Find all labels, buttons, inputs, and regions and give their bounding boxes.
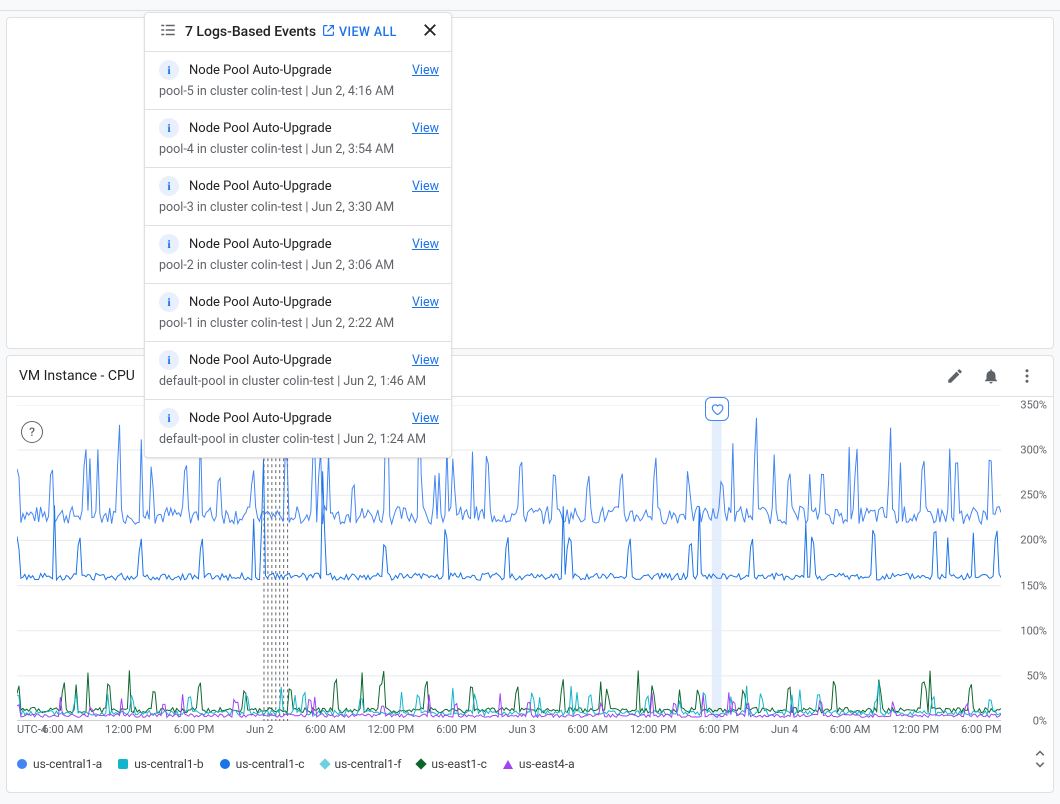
- legend-swatch: [118, 759, 128, 769]
- chart-legend: us-central1-a us-central1-b us-central1-c u…: [17, 757, 1001, 771]
- open-in-new-icon: [322, 24, 335, 41]
- legend-label: us-central1-b: [134, 757, 203, 771]
- info-icon: i: [159, 176, 179, 196]
- legend-item[interactable]: us-east1-c: [417, 757, 486, 771]
- event-title: Node Pool Auto-Upgrade: [189, 411, 412, 426]
- info-icon: i: [159, 60, 179, 80]
- event-view-link[interactable]: View: [412, 121, 439, 136]
- popup-title: 7 Logs-Based Events: [185, 24, 316, 40]
- event-row: i Node Pool Auto-UpgradeView pool-3 in clu…: [145, 167, 451, 225]
- legend-swatch: [220, 759, 230, 769]
- legend-swatch: [17, 759, 27, 769]
- x-tick: Jun 4: [771, 723, 798, 736]
- event-title: Node Pool Auto-Upgrade: [189, 353, 412, 368]
- x-tick: Jun 2: [246, 723, 273, 736]
- y-tick: 150%: [1020, 579, 1047, 592]
- event-view-link[interactable]: View: [412, 353, 439, 368]
- legend-item[interactable]: us-east4-a: [503, 757, 575, 771]
- x-tick: 6:00 PM: [699, 723, 739, 736]
- legend-item[interactable]: us-central1-a: [17, 757, 102, 771]
- event-subtitle: pool-4 in cluster colin-test | Jun 2, 3:…: [159, 142, 439, 157]
- event-row: i Node Pool Auto-UpgradeView pool-5 in clu…: [145, 51, 451, 109]
- x-tick: 6:00 AM: [567, 723, 608, 736]
- event-title: Node Pool Auto-Upgrade: [189, 295, 412, 310]
- legend-swatch: [416, 758, 427, 769]
- info-icon: i: [159, 118, 179, 138]
- event-row: i Node Pool Auto-UpgradeView default-pool …: [145, 341, 451, 399]
- legend-label: us-central1-a: [33, 757, 102, 771]
- event-subtitle: pool-3 in cluster colin-test | Jun 2, 3:…: [159, 200, 439, 215]
- chart-title: VM Instance - CPU: [19, 368, 135, 384]
- legend-swatch: [503, 760, 513, 769]
- info-icon: i: [159, 234, 179, 254]
- expand-button[interactable]: [1031, 747, 1049, 771]
- y-tick: 300%: [1020, 444, 1047, 457]
- event-subtitle: pool-1 in cluster colin-test | Jun 2, 2:…: [159, 316, 439, 331]
- event-row: i Node Pool Auto-UpgradeView pool-4 in clu…: [145, 109, 451, 167]
- more-button[interactable]: [1009, 358, 1045, 394]
- legend-swatch: [319, 758, 330, 769]
- info-icon: i: [159, 292, 179, 312]
- ghost-card: 7 Logs-Based Events VIEW ALL i Node Pool …: [6, 17, 1054, 349]
- logs-events-popup: 7 Logs-Based Events VIEW ALL i Node Pool …: [144, 12, 452, 458]
- legend-item[interactable]: us-central1-c: [220, 757, 305, 771]
- x-tick: 6:00 PM: [961, 723, 1001, 736]
- legend-label: us-east4-a: [519, 757, 575, 771]
- legend-label: us-east1-c: [431, 757, 486, 771]
- info-icon: i: [159, 408, 179, 428]
- event-view-link[interactable]: View: [412, 63, 439, 78]
- logs-icon: [159, 21, 177, 43]
- close-button[interactable]: [421, 21, 439, 43]
- y-tick: 200%: [1020, 534, 1047, 547]
- event-view-link[interactable]: View: [412, 295, 439, 310]
- event-subtitle: default-pool in cluster colin-test | Jun…: [159, 432, 439, 447]
- x-tick: 6:00 AM: [830, 723, 871, 736]
- event-title: Node Pool Auto-Upgrade: [189, 237, 412, 252]
- y-tick: 50%: [1027, 669, 1047, 682]
- y-tick: 350%: [1020, 399, 1047, 412]
- event-subtitle: default-pool in cluster colin-test | Jun…: [159, 374, 439, 389]
- popup-header: 7 Logs-Based Events VIEW ALL: [145, 13, 451, 51]
- x-tick: 6:00 AM: [305, 723, 346, 736]
- y-tick: 100%: [1020, 624, 1047, 637]
- x-tick: 12:00 PM: [630, 723, 677, 736]
- event-view-link[interactable]: View: [412, 411, 439, 426]
- y-tick: 250%: [1020, 489, 1047, 502]
- x-tick: 6:00 PM: [174, 723, 214, 736]
- x-tick: Jun 3: [509, 723, 536, 736]
- legend-item[interactable]: us-central1-b: [118, 757, 203, 771]
- x-tick: 12:00 PM: [105, 723, 152, 736]
- event-subtitle: pool-5 in cluster colin-test | Jun 2, 4:…: [159, 84, 439, 99]
- y-tick: 0%: [1033, 715, 1047, 728]
- event-subtitle: pool-2 in cluster colin-test | Jun 2, 3:…: [159, 258, 439, 273]
- event-row: i Node Pool Auto-UpgradeView pool-2 in clu…: [145, 225, 451, 283]
- event-title: Node Pool Auto-Upgrade: [189, 63, 412, 78]
- legend-item[interactable]: us-central1-f: [321, 757, 402, 771]
- event-row: i Node Pool Auto-UpgradeView default-pool …: [145, 399, 451, 457]
- legend-label: us-central1-f: [335, 757, 402, 771]
- x-tick: 12:00 PM: [892, 723, 939, 736]
- info-icon: i: [159, 350, 179, 370]
- view-all-button[interactable]: VIEW ALL: [339, 25, 397, 40]
- event-title: Node Pool Auto-Upgrade: [189, 121, 412, 136]
- event-row: i Node Pool Auto-UpgradeView pool-1 in clu…: [145, 283, 451, 341]
- event-view-link[interactable]: View: [412, 237, 439, 252]
- legend-label: us-central1-c: [236, 757, 305, 771]
- x-tick: 12:00 PM: [368, 723, 415, 736]
- x-axis-ticks: UTC-46:00 AM12:00 PM6:00 PMJun 26:00 AM1…: [17, 723, 1001, 739]
- edit-button[interactable]: [937, 358, 973, 394]
- event-view-link[interactable]: View: [412, 179, 439, 194]
- heart-badge[interactable]: [705, 397, 729, 421]
- x-tick: 6:00 AM: [43, 723, 84, 736]
- alert-button[interactable]: [973, 358, 1009, 394]
- event-title: Node Pool Auto-Upgrade: [189, 179, 412, 194]
- top-bar: [0, 0, 1060, 11]
- x-tick: 6:00 PM: [436, 723, 476, 736]
